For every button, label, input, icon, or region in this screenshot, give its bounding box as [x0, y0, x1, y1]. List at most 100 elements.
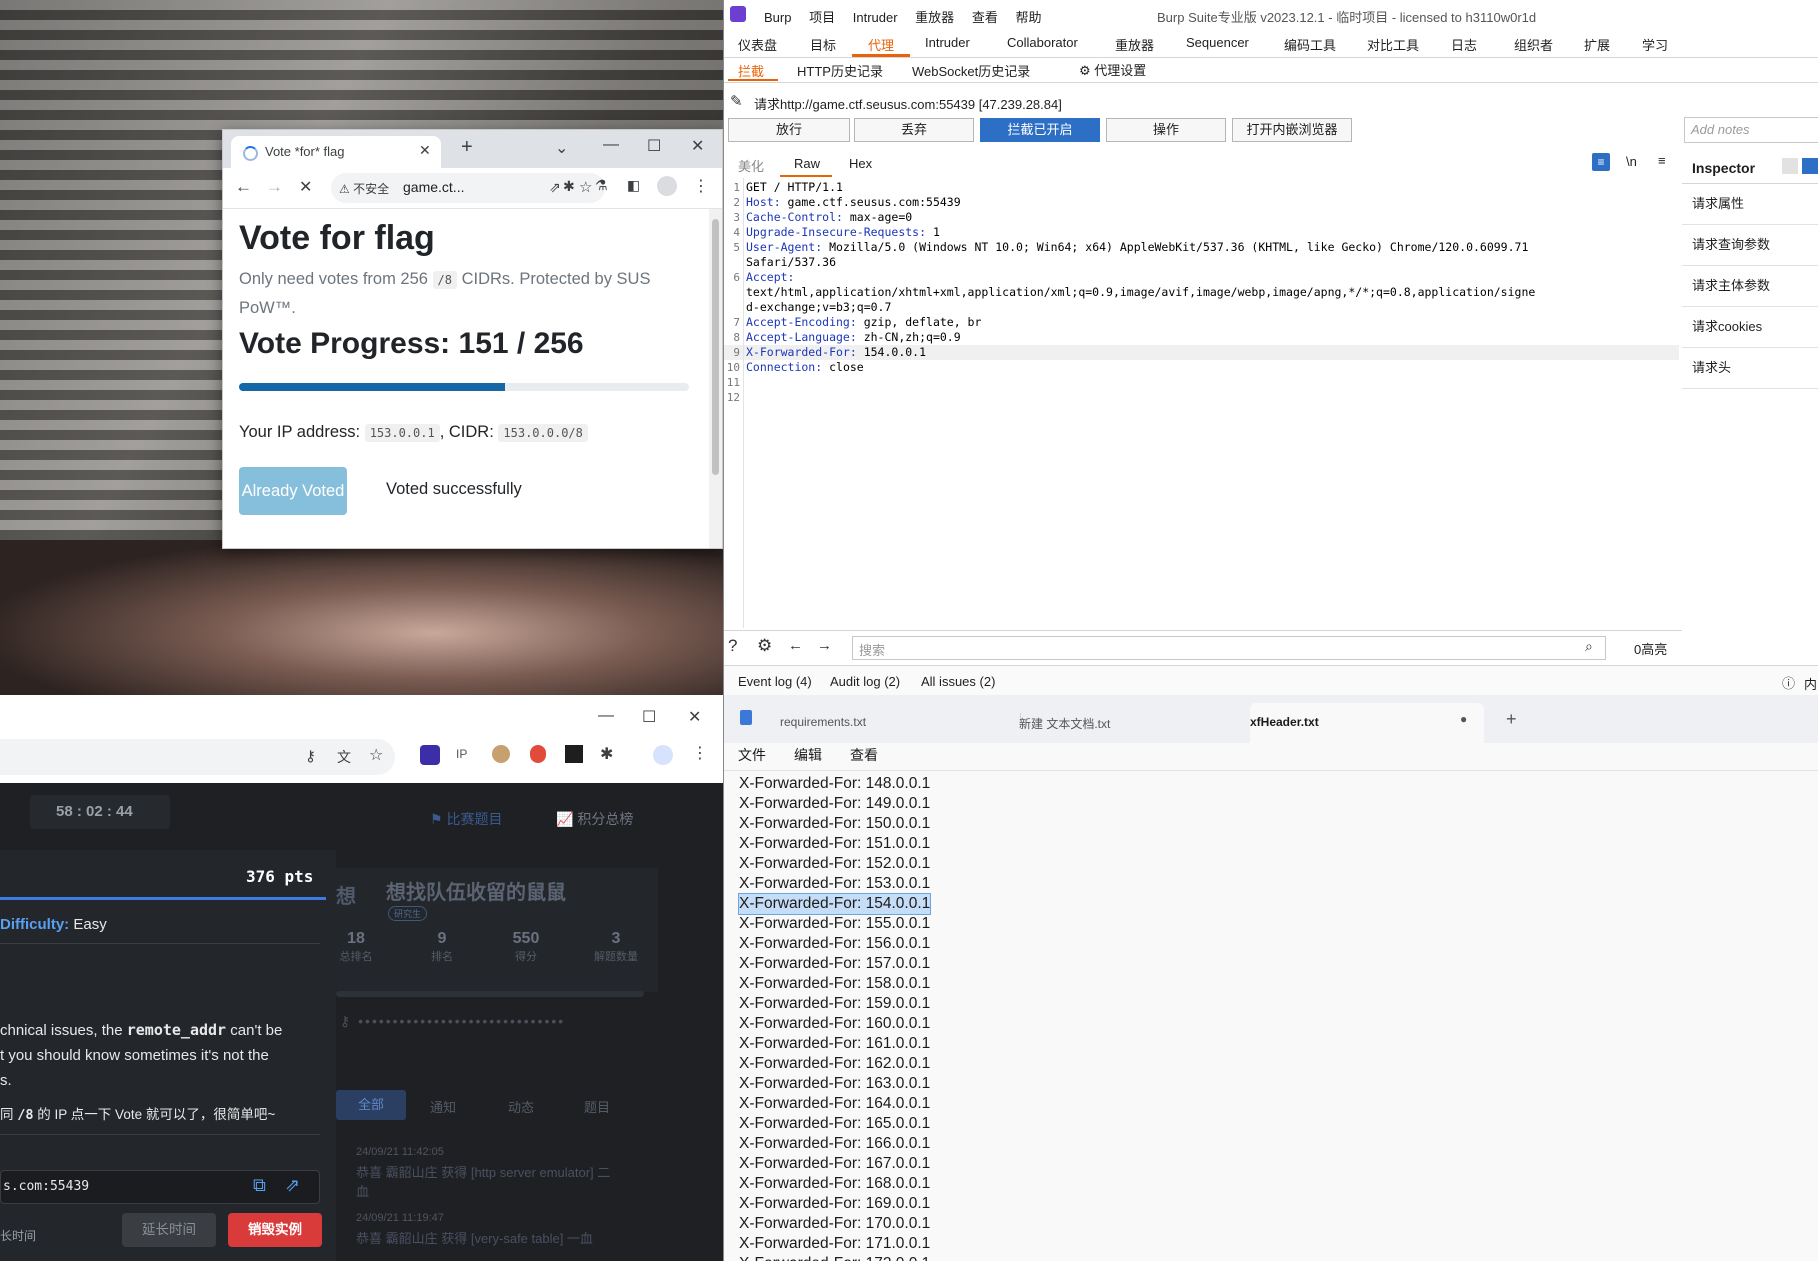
forward-icon[interactable]: → — [266, 177, 283, 197]
minimize-icon[interactable]: — — [603, 136, 619, 154]
tab-repeater[interactable]: 重放器 — [1115, 35, 1154, 54]
close-tab-icon[interactable]: ✕ — [419, 142, 431, 159]
tab-activity[interactable]: 动态 — [508, 1097, 534, 1116]
scoreboard-nav[interactable]: 📈 积分总榜 — [556, 809, 633, 829]
maximize-icon[interactable]: ☐ — [642, 707, 656, 727]
event-log-tab[interactable]: Event log (4) — [738, 674, 812, 689]
extension-block-icon[interactable] — [530, 745, 546, 763]
inspector-layout-icon[interactable] — [1782, 158, 1798, 174]
tab-logger[interactable]: 日志 — [1451, 35, 1477, 54]
menu-repeater[interactable]: 重放器 — [915, 10, 954, 25]
password-key-icon[interactable]: ⚷ — [305, 747, 316, 765]
menu-intruder[interactable]: Intruder — [853, 10, 898, 25]
new-tab-icon[interactable]: + — [461, 136, 473, 159]
challenges-nav[interactable]: ⚑ 比赛题目 — [430, 809, 502, 829]
tab-collaborator[interactable]: Collaborator — [1007, 35, 1078, 50]
tab-requirements[interactable]: requirements.txt — [780, 715, 866, 729]
copy-icon[interactable]: ⧉ — [253, 1175, 266, 1196]
search-icon[interactable]: ⌕ — [1585, 638, 1593, 655]
extension-ip-icon[interactable]: IP — [456, 747, 467, 761]
proxy-settings[interactable]: ⚙ 代理设置 — [1079, 60, 1146, 79]
insecure-warning[interactable]: ⚠ 不安全 — [339, 180, 389, 197]
tab-dashboard[interactable]: 仪表盘 — [738, 35, 777, 54]
tab-search-icon[interactable]: ⌄ — [555, 138, 568, 158]
menu-kebab-icon[interactable]: ⋮ — [693, 176, 709, 196]
bookmark-star-icon[interactable]: ☆ — [369, 745, 383, 765]
tab-target[interactable]: 目标 — [810, 35, 836, 54]
close-window-icon[interactable]: ✕ — [691, 136, 704, 156]
tab-notices[interactable]: 通知 — [430, 1097, 456, 1116]
close-window-icon[interactable]: ✕ — [688, 707, 701, 727]
show-newlines-toggle[interactable]: \n — [1626, 154, 1637, 169]
inspector-body-params[interactable]: 请求主体参数 — [1682, 266, 1818, 307]
back-icon[interactable]: ← — [235, 177, 252, 197]
profile-avatar[interactable] — [657, 176, 677, 196]
tab-sequencer[interactable]: Sequencer — [1186, 35, 1249, 50]
translate-icon[interactable]: 文 — [337, 747, 351, 767]
open-browser-button[interactable]: 打开内嵌浏览器 — [1232, 118, 1352, 142]
all-issues-tab[interactable]: All issues (2) — [921, 674, 995, 689]
menu-help[interactable]: 帮助 — [1015, 10, 1041, 25]
instance-address[interactable]: s.com:55439 ⧉ ⇗ — [0, 1170, 320, 1204]
tab-all[interactable]: 全部 — [336, 1090, 406, 1120]
menu-view[interactable]: 查看 — [972, 10, 998, 25]
drop-button[interactable]: 丢弃 — [854, 118, 974, 142]
lab-flask-icon[interactable]: ⚗ — [595, 177, 608, 194]
inspector-query-params[interactable]: 请求查询参数 — [1682, 225, 1818, 266]
wrap-lines-icon[interactable]: ≡ — [1592, 153, 1610, 171]
vote-button[interactable]: Already Voted — [239, 467, 347, 515]
subtab-websocket-history[interactable]: WebSocket历史记录 — [912, 61, 1030, 80]
audit-log-tab[interactable]: Audit log (2) — [830, 674, 900, 689]
tab-decoder[interactable]: 编码工具 — [1284, 35, 1336, 54]
side-panel-icon[interactable]: ◧ — [627, 177, 640, 194]
info-icon[interactable]: ⓘ — [1782, 673, 1795, 692]
stop-loading-icon[interactable]: ✕ — [299, 177, 312, 197]
new-tab-icon[interactable]: + — [1506, 709, 1517, 730]
forward-button[interactable]: 放行 — [728, 118, 850, 142]
scrollbar-thumb[interactable] — [712, 219, 719, 475]
destroy-instance-button[interactable]: 销毁实例 — [228, 1213, 322, 1247]
tab-organizer[interactable]: 组织者 — [1514, 35, 1553, 54]
bookmark-star-icon[interactable]: ☆ — [579, 178, 592, 196]
hamburger-menu-icon[interactable]: ≡ — [1658, 153, 1666, 168]
tab-comparer[interactable]: 对比工具 — [1367, 35, 1419, 54]
tab-proxy[interactable]: 代理 — [868, 35, 894, 54]
address-bar[interactable]: ⚷ 文 ☆ — [0, 739, 395, 775]
prev-match-icon[interactable]: ← — [788, 637, 803, 654]
menu-edit[interactable]: 编辑 — [794, 745, 822, 765]
next-match-icon[interactable]: → — [817, 637, 832, 654]
inspector-layout-icon-active[interactable] — [1802, 158, 1818, 174]
tab-intruder[interactable]: Intruder — [925, 35, 970, 50]
extensions-icon[interactable]: ✱ — [600, 744, 613, 764]
open-external-icon[interactable]: ⇗ — [285, 1175, 300, 1196]
menu-view[interactable]: 查看 — [850, 745, 878, 765]
tab-xfheader-active[interactable]: xfHeader.txt ● — [1250, 703, 1484, 743]
notepad-text-area[interactable]: X-Forwarded-For: 148.0.0.1 X-Forwarded-Fo… — [724, 771, 1818, 1261]
profile-avatar[interactable] — [653, 745, 673, 765]
action-button[interactable]: 操作 — [1106, 118, 1226, 142]
menu-kebab-icon[interactable]: ⋮ — [692, 743, 708, 763]
view-hex[interactable]: Hex — [849, 156, 872, 171]
subtab-intercept[interactable]: 拦截 — [738, 61, 764, 80]
unsaved-dot-icon[interactable]: ● — [1460, 712, 1467, 726]
view-pretty[interactable]: 美化 — [738, 156, 764, 175]
tab-extensions[interactable]: 扩展 — [1584, 35, 1610, 54]
maximize-icon[interactable]: ☐ — [647, 136, 661, 156]
settings-gear-icon[interactable]: ⚙ — [757, 636, 772, 656]
extensions-icon[interactable]: ✱ — [563, 178, 575, 195]
notes-input[interactable]: Add notes — [1684, 117, 1818, 143]
extend-time-button[interactable]: 延长时间 — [122, 1213, 216, 1247]
search-input[interactable]: 搜索 ⌕ — [852, 636, 1606, 660]
tab-challenges[interactable]: 题目 — [584, 1097, 610, 1116]
vertical-scrollbar[interactable] — [709, 209, 722, 548]
minimize-icon[interactable]: — — [598, 707, 614, 725]
menu-file[interactable]: 文件 — [738, 745, 766, 765]
subtab-http-history[interactable]: HTTP历史记录 — [797, 61, 883, 80]
browser-tab[interactable]: Vote *for* flag ✕ — [231, 136, 441, 168]
extension-cookie-icon[interactable] — [492, 745, 510, 763]
request-editor[interactable]: 1 GET / HTTP/1.1 2 Host: game.ctf.seusus.co… — [724, 178, 1683, 628]
view-raw[interactable]: Raw — [794, 156, 820, 171]
inspector-cookies[interactable]: 请求cookies — [1682, 307, 1818, 348]
tab-learn[interactable]: 学习 — [1642, 35, 1668, 54]
share-icon[interactable]: ⇗ — [549, 179, 561, 196]
